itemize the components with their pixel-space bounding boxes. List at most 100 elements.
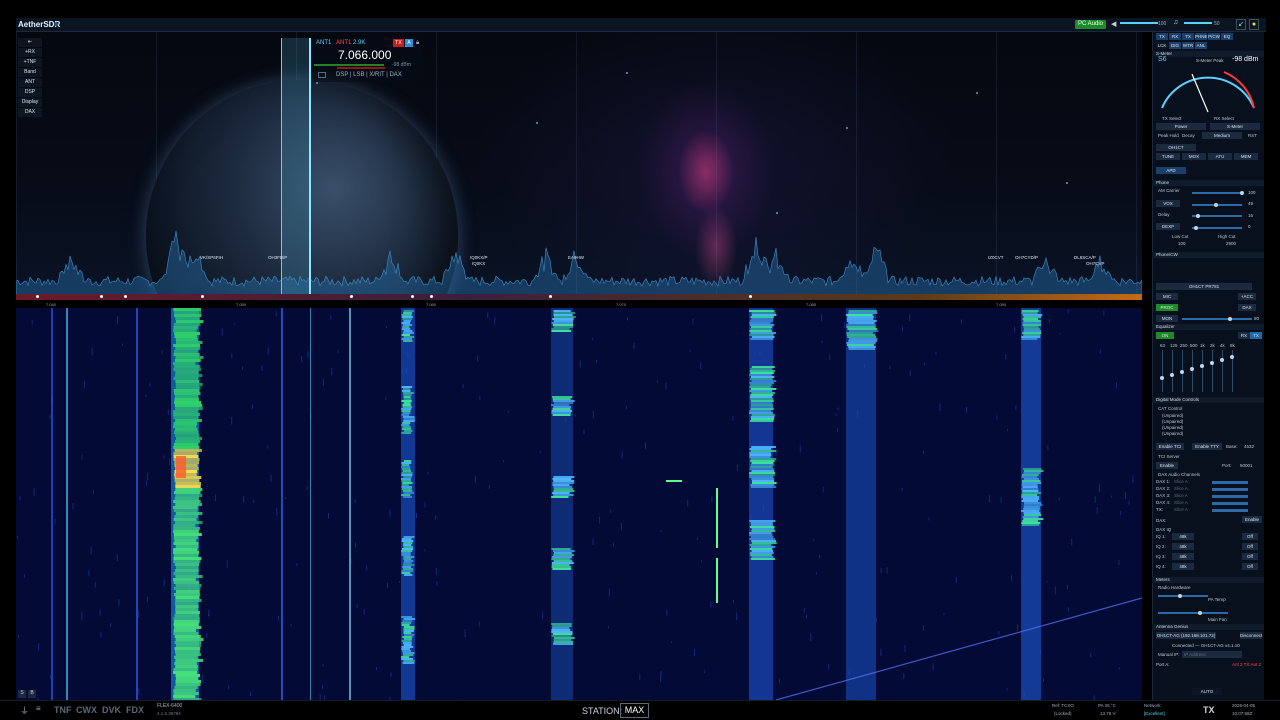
proc-button[interactable]: PROC [1156,304,1178,311]
eq-band-knob[interactable] [1210,361,1214,365]
left-tool-5[interactable]: DSP [18,88,42,97]
rst-button[interactable]: RST [1248,133,1257,138]
right-tab-5[interactable]: EQ [1221,33,1233,40]
dax-button[interactable]: DAX [1238,304,1256,311]
tune-button[interactable]: TUNE [1156,153,1180,160]
ag-device-dropdown[interactable]: OH1CT-AG (192.168.101.72) [1156,632,1216,639]
tx-antenna-button[interactable]: ANT1 [336,40,351,46]
speaker-mute-icon[interactable] [318,72,326,78]
speaker-icon[interactable]: ◀ [1111,20,1119,28]
eq-on-button[interactable]: ON [1156,332,1174,339]
mon-slider[interactable] [1182,318,1252,320]
mem-button[interactable]: MEM [1234,153,1258,160]
enable-tty-button[interactable]: Enable TTY [1192,443,1222,450]
slice-passband[interactable] [281,38,311,300]
am-carrier-slider-knob[interactable] [1240,191,1244,195]
right-tab-4[interactable]: P/CW [1208,33,1220,40]
profile-dropdown[interactable]: OH1CT [1156,144,1196,151]
vox-slider-knob[interactable] [1214,203,1218,207]
pa-temp-meter[interactable] [1158,595,1208,597]
vox-button[interactable]: VOX [1156,200,1180,207]
frequency-readout[interactable]: 7.066.000 [338,48,391,62]
eq-band-knob[interactable] [1160,376,1164,380]
right-tab2-3[interactable]: ANL [1195,42,1207,49]
left-tool-3[interactable]: Band [18,68,42,77]
iq-rate-dropdown[interactable]: 48k [1172,533,1194,540]
apd-button[interactable]: APD [1156,167,1186,174]
mox-button[interactable]: MOX [1182,153,1206,160]
pc-audio-button[interactable]: PC Audio [1075,20,1107,29]
filter-width[interactable]: 2.9K [353,40,365,46]
eq-rx-button[interactable]: RX [1238,332,1250,339]
cwx-button[interactable]: CWX [76,705,97,715]
eq-band-knob[interactable] [1180,370,1184,374]
tx-indicator[interactable]: TX [1203,705,1215,715]
minimize-icon[interactable]: ↙ [1236,19,1246,30]
dx-spot[interactable]: IQ0KX/P [470,255,488,260]
eq-band-slider[interactable] [1202,350,1203,392]
eq-band-slider[interactable] [1192,350,1193,392]
mon-slider-knob[interactable] [1228,317,1232,321]
station-input[interactable]: MAX [620,703,649,718]
eq-band-slider[interactable] [1172,350,1173,392]
right-tab-0[interactable]: TX [1156,33,1168,40]
right-tab-3[interactable]: PHNE [1195,33,1208,40]
dx-spot[interactable]: IZ0CVT [988,255,1004,260]
left-tool-7[interactable]: DAX [18,108,42,117]
mic-profile-dropdown[interactable]: OH1CT PR781 [1156,283,1252,290]
main-fan-meter[interactable] [1158,612,1228,614]
iq-rate-dropdown[interactable]: 48k [1172,563,1194,570]
settings-icon[interactable]: ≡ [36,704,41,713]
lightbulb-icon[interactable]: ● [1249,19,1259,30]
left-tool-1[interactable]: +RX [18,48,42,57]
dvk-button[interactable]: DVK [102,705,121,715]
fdx-button[interactable]: FDX [126,705,144,715]
dx-spot[interactable]: EA9HW [568,255,584,260]
main-fan-meter-knob[interactable] [1198,611,1202,615]
tx-slice-badge[interactable]: TX [393,39,404,47]
left-tool-4[interactable]: ANT [18,78,42,87]
eq-band-knob[interactable] [1170,373,1174,377]
dexp-button[interactable]: DEXP [1156,223,1180,230]
right-tab2-1[interactable]: DIG [1169,42,1181,49]
eq-band-slider[interactable] [1162,350,1163,392]
tci-enable-button[interactable]: Enable [1156,462,1178,469]
network-icon[interactable]: ⏚ [20,704,29,717]
ag-disconnect-button[interactable]: Disconnect [1240,632,1262,639]
left-tool-0[interactable]: ⇤ [18,38,42,47]
frequency-scale-bar[interactable] [16,294,1142,300]
right-tab-1[interactable]: RX [1169,33,1181,40]
waterfall-s-button[interactable]: S [18,690,26,698]
right-tab2-0[interactable]: LCK [1156,42,1168,49]
am-carrier-slider[interactable] [1192,192,1242,194]
master-volume-slider[interactable] [1120,22,1158,24]
rx-select-dropdown[interactable]: S-Meter [1210,123,1260,130]
mon-button[interactable]: MON [1156,315,1178,322]
delay-slider-knob[interactable] [1196,214,1200,218]
eq-band-slider[interactable] [1212,350,1213,392]
tnf-button[interactable]: TNF [54,705,72,715]
dx-spot[interactable]: OH3FB/P [268,255,287,260]
eq-band-slider[interactable] [1222,350,1223,392]
dx-spot[interactable]: IQ0KX [472,261,485,266]
headphone-volume-slider[interactable] [1184,22,1212,24]
decay-dropdown[interactable]: Medium [1202,132,1242,139]
slice-letter-badge[interactable]: A [405,39,413,47]
acc-button[interactable]: +ACC [1238,293,1256,300]
right-tab-2[interactable]: TX [1182,33,1194,40]
waterfall[interactable] [16,308,1142,700]
left-tool-2[interactable]: +TNF [18,58,42,67]
dx-spot[interactable]: OH7CVP [1086,261,1105,266]
atu-button[interactable]: ATU [1208,153,1232,160]
dax-enable-button[interactable]: Enable [1242,516,1262,523]
waterfall-b-button[interactable]: B [28,690,36,698]
iq-off-button[interactable]: Off [1242,543,1258,550]
eq-band-knob[interactable] [1190,367,1194,371]
dexp-slider-knob[interactable] [1194,226,1198,230]
slice-tabs[interactable]: DSP | LSB | X/RIT | DAX [336,72,402,78]
rx-antenna-button[interactable]: ANT1 [316,40,331,46]
iq-rate-dropdown[interactable]: 48k [1172,553,1194,560]
iq-off-button[interactable]: Off [1242,563,1258,570]
mic-source-dropdown[interactable]: MIC [1156,293,1178,300]
lock-icon[interactable]: 🔒︎ [416,40,419,47]
